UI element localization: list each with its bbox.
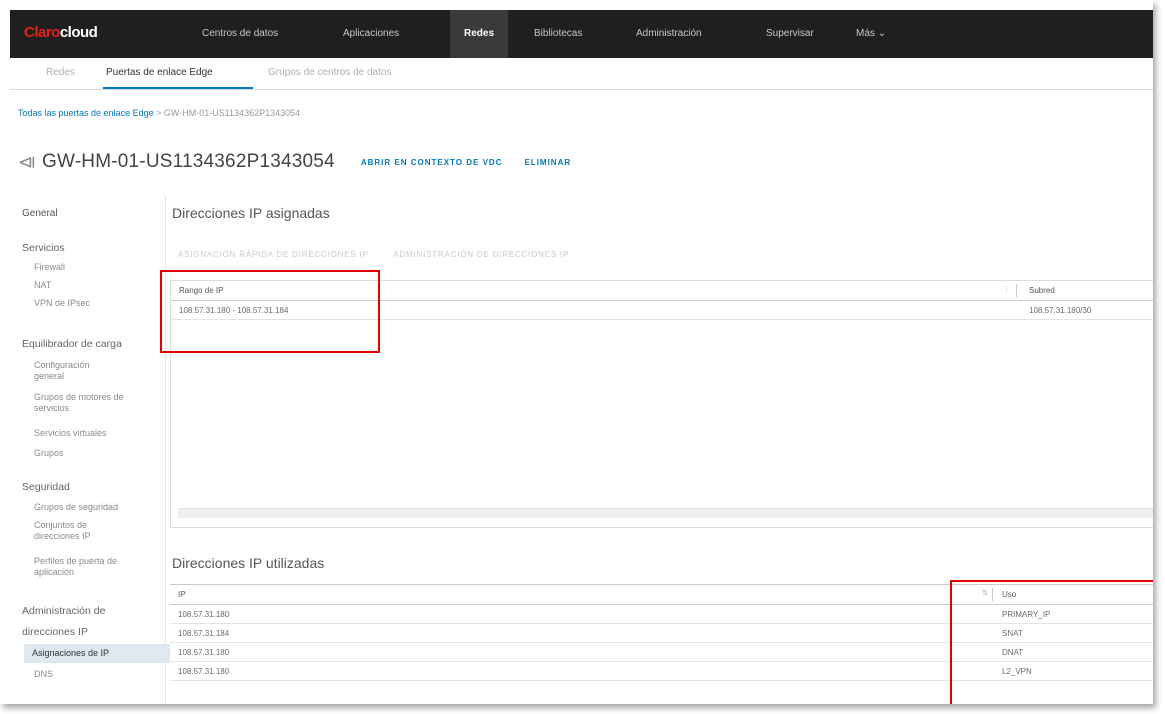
page-title: GW-HM-01-US1134362P1343054 xyxy=(42,151,335,172)
sub-tabs: Redes Puertas de enlace Edge Grupos de c… xyxy=(10,58,1153,90)
assigned-ips-toolbar: ASIGNACIÓN RÁPIDA DE DIRECCIONES IP ADMI… xyxy=(178,250,591,259)
leftnav-item-grupos-seguridad[interactable]: Grupos de seguridad xyxy=(34,502,118,513)
used-ips-title: Direcciones IP utilizadas xyxy=(172,555,325,571)
edge-gateway-icon: ⧏ xyxy=(18,151,36,172)
breadcrumb-current: GW-HM-01-US1134362P1343054 xyxy=(163,108,301,118)
leftnav-item-dns[interactable]: DNS xyxy=(34,669,53,680)
horizontal-scrollbar[interactable] xyxy=(178,508,1153,518)
tab-puertas-enlace-edge[interactable]: Puertas de enlace Edge xyxy=(106,67,213,78)
left-nav: General Servicios Firewall NAT VPN de IP… xyxy=(10,196,170,704)
leftnav-group-admin-ip: Administración de direcciones IP xyxy=(22,605,106,638)
column-subred[interactable]: Subred xyxy=(1029,286,1055,295)
delete-button[interactable]: ELIMINAR xyxy=(524,158,571,167)
breadcrumb: Todas las puertas de enlace Edge > GW-HM… xyxy=(18,108,300,118)
cell-ip: 108.57.31.180 xyxy=(178,610,230,619)
column-filter-icon[interactable]: ⋮ xyxy=(1003,285,1010,293)
page-header: ⧏ GW-HM-01-US1134362P1343054 ABRIR EN CO… xyxy=(18,150,571,174)
breadcrumb-parent-link[interactable]: Todas las puertas de enlace Edge xyxy=(18,108,154,118)
leftnav-item-firewall[interactable]: Firewall xyxy=(34,262,65,273)
manage-ip-button[interactable]: ADMINISTRACIÓN DE DIRECCIONES IP xyxy=(393,250,569,259)
leftnav-group-seguridad: Seguridad xyxy=(22,481,70,493)
leftnav-item-grupos-motores[interactable]: Grupos de motores de servicios xyxy=(34,392,134,414)
nav-mas[interactable]: Más ⌄ xyxy=(856,10,886,58)
tab-grupos-centros-datos[interactable]: Grupos de centros de datos xyxy=(268,67,391,78)
nav-centros-de-datos[interactable]: Centros de datos xyxy=(202,10,278,58)
column-resize-handle[interactable] xyxy=(1016,284,1017,297)
highlight-box-assigned-range xyxy=(160,270,380,353)
top-nav: Clarocloud Centros de datos Aplicaciones… xyxy=(10,10,1153,58)
assigned-ips-title: Direcciones IP asignadas xyxy=(172,205,330,221)
quick-assign-ip-button[interactable]: ASIGNACIÓN RÁPIDA DE DIRECCIONES IP xyxy=(178,250,369,259)
nav-bibliotecas[interactable]: Bibliotecas xyxy=(534,10,582,58)
tab-redes[interactable]: Redes xyxy=(46,67,75,78)
nav-administracion[interactable]: Administración xyxy=(636,10,702,58)
nav-supervisar[interactable]: Supervisar xyxy=(766,10,814,58)
leftnav-item-config-general[interactable]: Configuración general xyxy=(34,360,94,382)
leftnav-item-vpn-ipsec[interactable]: VPN de IPsec xyxy=(34,298,90,309)
brand-logo[interactable]: Clarocloud xyxy=(24,24,98,41)
leftnav-general[interactable]: General xyxy=(22,208,58,219)
nav-aplicaciones[interactable]: Aplicaciones xyxy=(343,10,399,58)
active-tab-indicator xyxy=(103,87,253,89)
leftnav-item-grupos[interactable]: Grupos xyxy=(34,448,64,459)
cell-ip: 108.57.31.180 xyxy=(178,667,230,676)
cell-subnet: 108.57.31.180/30 xyxy=(1029,306,1092,315)
highlight-box-used-uso xyxy=(950,580,1153,704)
open-in-vdc-button[interactable]: ABRIR EN CONTEXTO DE VDC xyxy=(361,158,503,167)
leftnav-group-servicios: Servicios xyxy=(22,242,65,254)
leftnav-item-asignaciones-ip[interactable]: Asignaciones de IP xyxy=(24,644,170,663)
leftnav-item-servicios-virtuales[interactable]: Servicios virtuales xyxy=(34,428,107,439)
cell-ip: 108.57.31.184 xyxy=(178,629,230,638)
cell-ip: 108.57.31.180 xyxy=(178,648,230,657)
window: Clarocloud Centros de datos Aplicaciones… xyxy=(0,0,1153,704)
leftnav-item-perfiles-puerta[interactable]: Perfiles de puerta de aplicación xyxy=(34,556,146,578)
column-ip[interactable]: IP xyxy=(178,590,186,599)
leftnav-item-nat[interactable]: NAT xyxy=(34,280,51,291)
breadcrumb-separator: > xyxy=(156,108,162,118)
leftnav-item-conjuntos-ip[interactable]: Conjuntos de direcciones IP xyxy=(34,520,114,542)
chevron-down-icon: ⌄ xyxy=(877,28,887,39)
nav-redes[interactable]: Redes xyxy=(450,10,509,58)
leftnav-group-equilibrador: Equilibrador de carga xyxy=(22,338,122,350)
